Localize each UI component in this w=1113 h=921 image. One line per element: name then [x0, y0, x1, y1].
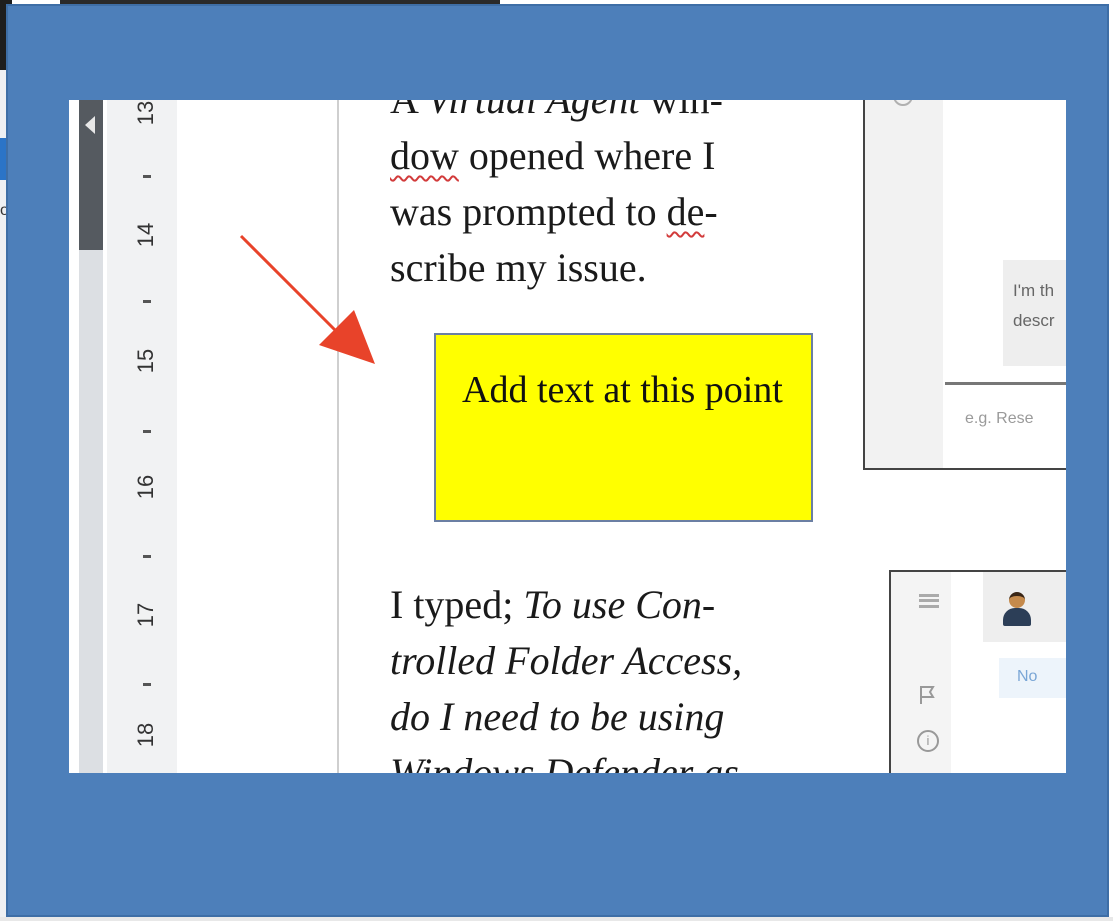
page-margin: [177, 100, 337, 773]
page-edge-line: [337, 100, 339, 773]
document-paragraph-1[interactable]: A Virtual Agent win- dow opened where I …: [390, 100, 840, 296]
ruler-tick: [143, 555, 151, 558]
ruler-tick: [143, 300, 151, 303]
hamburger-menu-icon[interactable]: [919, 594, 939, 608]
ruler-tick: [143, 683, 151, 686]
virtual-agent-screenshot-panel: I'm th descr e.g. Rese: [863, 100, 1066, 470]
ruler-number: 14: [133, 222, 158, 248]
doc-line: trolled Folder Access,: [390, 638, 743, 683]
yellow-callout-box[interactable]: Add text at this point: [434, 333, 813, 522]
ruler-tick: [143, 430, 151, 433]
ruler-number: 16: [133, 474, 158, 500]
vertical-ruler: 13 14 15 16 17 18: [107, 100, 178, 773]
spellcheck-word: de: [666, 189, 705, 234]
doc-line: do I need to be using: [390, 694, 725, 739]
ruler-number: 15: [133, 348, 158, 374]
arrow-shaft: [239, 234, 339, 334]
ruler-number: 18: [133, 722, 158, 748]
input-divider: [945, 382, 1066, 385]
doc-line: dow opened where I: [390, 133, 716, 178]
ruler-scroll-handle[interactable]: [79, 100, 103, 250]
avatar-icon: [1003, 592, 1031, 628]
arrow-head: [319, 310, 375, 364]
flag-icon[interactable]: [917, 684, 939, 706]
collapse-arrow-icon[interactable]: [85, 116, 95, 134]
zoomed-document-view: 13 14 15 16 17 18 A Virtual Agent win- d…: [69, 100, 1066, 773]
arrow-icon: [239, 234, 375, 364]
doc-line: was prompted to de-: [390, 189, 718, 234]
spellcheck-word: dow: [390, 133, 459, 178]
doc-line: A Virtual Agent win-: [390, 100, 840, 128]
agent-message-bubble: I'm th descr: [1003, 260, 1066, 366]
ruler-scroll-track[interactable]: [79, 250, 103, 773]
ruler-tick: [143, 175, 151, 178]
info-icon[interactable]: i: [917, 730, 939, 752]
document-paragraph-2[interactable]: I typed; To use Con- trolled Folder Acce…: [390, 577, 840, 773]
background-bottom-strip: [0, 917, 1113, 921]
chat-input-placeholder[interactable]: e.g. Rese: [965, 410, 1033, 428]
ruler-number: 17: [133, 602, 158, 628]
panel-sidebar: [865, 100, 943, 468]
doc-line: Windows Defender as: [390, 750, 739, 773]
doc-line: scribe my issue.: [390, 245, 647, 290]
chat-message: No: [999, 658, 1066, 698]
doc-line: I typed; To use Con-: [390, 582, 716, 627]
ruler-number: 13: [133, 100, 158, 126]
chat-window-screenshot-panel: No i: [889, 570, 1066, 773]
